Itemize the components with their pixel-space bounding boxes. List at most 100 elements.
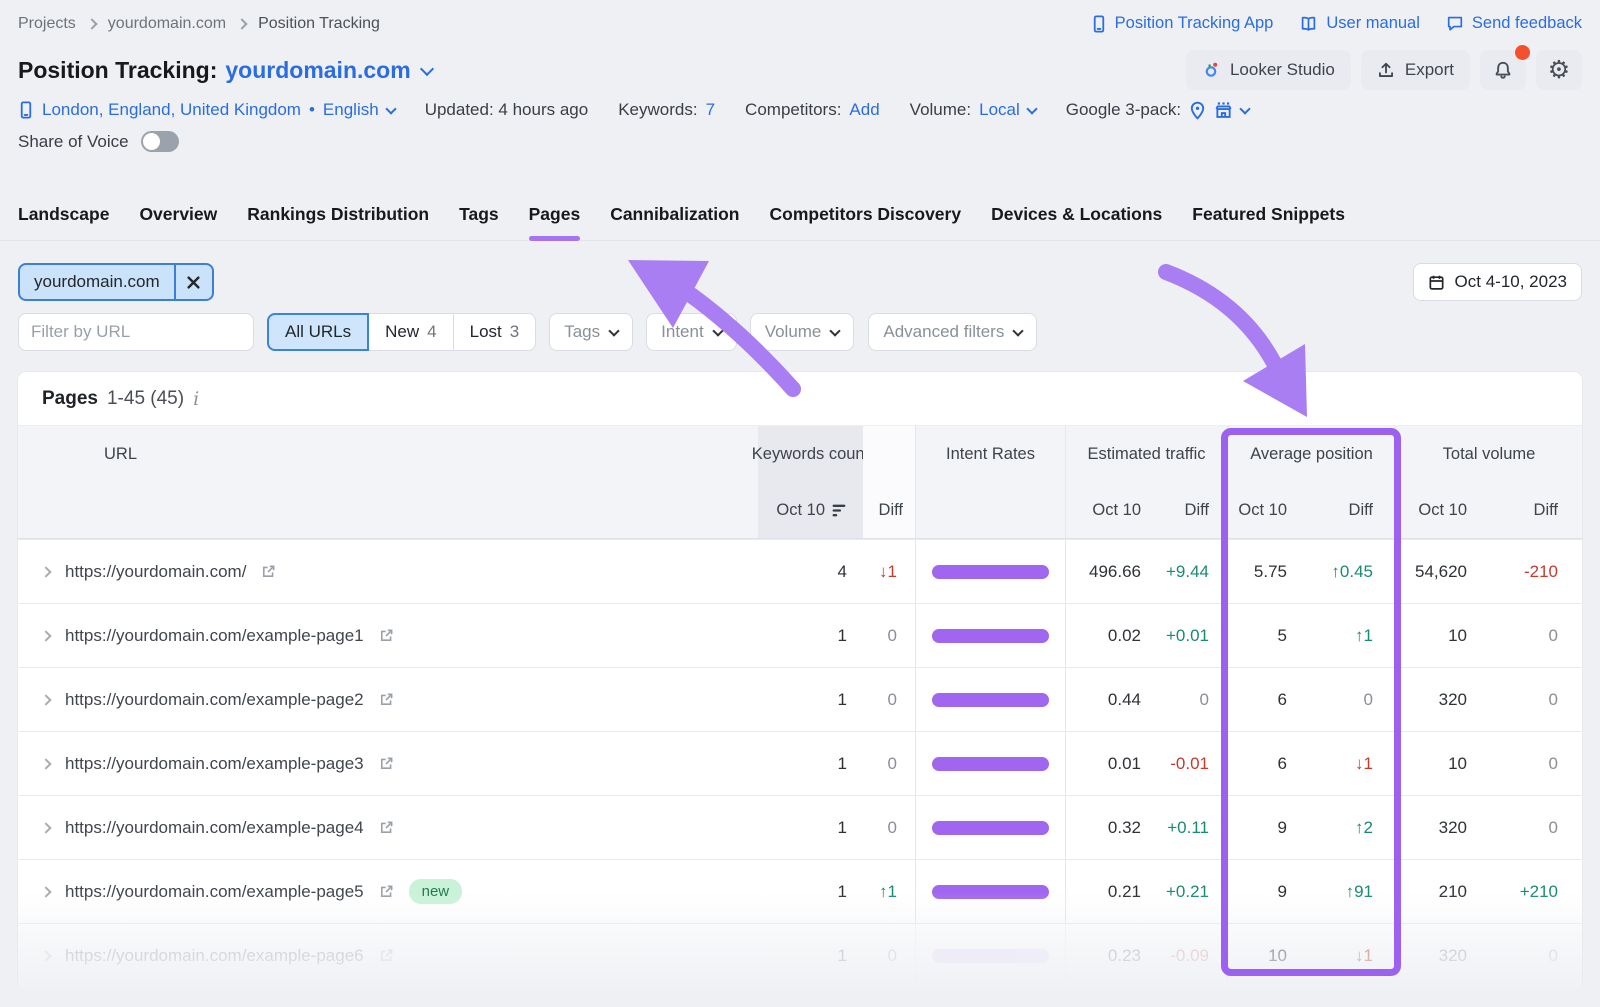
spacer bbox=[863, 426, 915, 482]
expand-row-icon[interactable] bbox=[40, 694, 51, 705]
page-url-link[interactable]: https://yourdomain.com/example-page5 bbox=[65, 882, 364, 902]
page-url-link[interactable]: https://yourdomain.com/example-page3 bbox=[65, 754, 364, 774]
competitors: Competitors: Add bbox=[745, 100, 880, 120]
breadcrumb-projects[interactable]: Projects bbox=[18, 15, 76, 33]
expand-row-icon[interactable] bbox=[40, 566, 51, 577]
send-feedback-label: Send feedback bbox=[1472, 14, 1582, 33]
date-range-button[interactable]: Oct 4-10, 2023 bbox=[1413, 263, 1582, 301]
keywords-count-cell: 1 bbox=[758, 924, 863, 987]
position-tracking-app-link[interactable]: Position Tracking App bbox=[1091, 14, 1274, 33]
tab-overview[interactable]: Overview bbox=[139, 198, 217, 240]
location-language-selector[interactable]: London, England, United Kingdom • Englis… bbox=[18, 100, 395, 120]
user-manual-link[interactable]: User manual bbox=[1299, 14, 1420, 33]
volume-selector[interactable]: Volume: Local bbox=[910, 100, 1036, 120]
subheader-keywords-diff[interactable]: Diff bbox=[863, 482, 915, 538]
page-title-domain[interactable]: yourdomain.com bbox=[225, 57, 410, 84]
looker-studio-button[interactable]: Looker Studio bbox=[1186, 50, 1351, 90]
external-link-icon[interactable] bbox=[379, 948, 394, 963]
tab-tags[interactable]: Tags bbox=[459, 198, 499, 240]
expand-row-icon[interactable] bbox=[40, 886, 51, 897]
language-label: English bbox=[323, 100, 379, 120]
table-row: https://yourdomain.com/example-page5new … bbox=[18, 859, 1582, 923]
keywords-diff-cell: ↓1 bbox=[863, 540, 915, 603]
breadcrumb: Projects yourdomain.com Position Trackin… bbox=[18, 15, 380, 33]
external-link-icon[interactable] bbox=[379, 692, 394, 707]
close-icon bbox=[187, 276, 200, 289]
estimated-traffic-cell: 0.32 bbox=[1065, 796, 1157, 859]
keywords-value-link[interactable]: 7 bbox=[706, 100, 715, 120]
tab-competitors-discovery[interactable]: Competitors Discovery bbox=[770, 198, 962, 240]
subheader-position-date[interactable]: Oct 10 bbox=[1227, 482, 1307, 538]
page-url-link[interactable]: https://yourdomain.com/example-page2 bbox=[65, 690, 364, 710]
column-group-total-volume[interactable]: Total volume bbox=[1395, 426, 1582, 482]
chevron-down-icon[interactable] bbox=[420, 61, 434, 75]
tab-cannibalization[interactable]: Cannibalization bbox=[610, 198, 739, 240]
volume-diff-cell: 0 bbox=[1483, 796, 1582, 859]
advanced-filters-dropdown[interactable]: Advanced filters bbox=[868, 313, 1037, 351]
subheader-position-diff[interactable]: Diff bbox=[1307, 482, 1395, 538]
expand-row-icon[interactable] bbox=[40, 630, 51, 641]
tags-dropdown[interactable]: Tags bbox=[549, 313, 633, 351]
external-link-icon[interactable] bbox=[379, 628, 394, 643]
column-group-keywords-count[interactable]: Keywords count bbox=[758, 426, 863, 482]
subheader-traffic-diff[interactable]: Diff bbox=[1157, 482, 1227, 538]
subheader-volume-date[interactable]: Oct 10 bbox=[1395, 482, 1483, 538]
intent-rates-cell bbox=[915, 668, 1065, 731]
tab-featured-snippets[interactable]: Featured Snippets bbox=[1192, 198, 1345, 240]
chevron-down-icon bbox=[1013, 325, 1024, 336]
competitors-add-link[interactable]: Add bbox=[849, 100, 879, 120]
estimated-traffic-cell: 0.23 bbox=[1065, 924, 1157, 987]
external-link-icon[interactable] bbox=[379, 756, 394, 771]
intent-rate-bar bbox=[932, 821, 1049, 835]
breadcrumb-domain[interactable]: yourdomain.com bbox=[108, 15, 226, 33]
notification-dot bbox=[1515, 45, 1530, 60]
user-manual-label: User manual bbox=[1326, 14, 1420, 33]
chevron-down-icon bbox=[712, 325, 723, 336]
tab-devices-locations[interactable]: Devices & Locations bbox=[991, 198, 1162, 240]
share-of-voice-toggle[interactable] bbox=[141, 131, 179, 152]
segment-new[interactable]: New4 bbox=[369, 313, 453, 351]
tab-landscape[interactable]: Landscape bbox=[18, 198, 109, 240]
traffic-diff-cell: -0.09 bbox=[1157, 924, 1227, 987]
tab-rankings-distribution[interactable]: Rankings Distribution bbox=[247, 198, 429, 240]
segment-all-urls[interactable]: All URLs bbox=[267, 313, 369, 351]
total-volume-cell: 10 bbox=[1395, 604, 1483, 667]
column-group-average-position[interactable]: Average position bbox=[1227, 426, 1395, 482]
tab-pages[interactable]: Pages bbox=[529, 198, 581, 240]
url-filter-input[interactable] bbox=[19, 322, 254, 342]
page-url-link[interactable]: https://yourdomain.com/example-page6 bbox=[65, 946, 364, 966]
subheader-traffic-date[interactable]: Oct 10 bbox=[1065, 482, 1157, 538]
map-pin-icon bbox=[1189, 101, 1206, 120]
notifications-button[interactable] bbox=[1480, 50, 1526, 90]
export-button[interactable]: Export bbox=[1361, 50, 1470, 90]
segment-lost[interactable]: Lost3 bbox=[454, 313, 537, 351]
chevron-right-icon bbox=[86, 18, 97, 29]
column-group-intent-rates[interactable]: Intent Rates bbox=[915, 426, 1065, 482]
volume-dropdown[interactable]: Volume bbox=[750, 313, 855, 351]
settings-button[interactable]: ⚙ bbox=[1536, 50, 1582, 90]
subheader-keywords-date-sorted[interactable]: Oct 10 bbox=[758, 482, 863, 538]
google-3pack-selector[interactable]: Google 3-pack: bbox=[1066, 100, 1249, 120]
column-group-estimated-traffic[interactable]: Estimated traffic bbox=[1065, 426, 1227, 482]
external-link-icon[interactable] bbox=[379, 820, 394, 835]
page-url-link[interactable]: https://yourdomain.com/ bbox=[65, 562, 246, 582]
info-icon[interactable]: i bbox=[193, 388, 199, 410]
keywords-count-cell: 1 bbox=[758, 796, 863, 859]
table-header: URL Keywords count Intent Rates Estimate… bbox=[18, 426, 1582, 539]
chevron-down-icon bbox=[385, 103, 396, 114]
expand-row-icon[interactable] bbox=[40, 822, 51, 833]
expand-row-icon[interactable] bbox=[40, 950, 51, 961]
page-url-link[interactable]: https://yourdomain.com/example-page1 bbox=[65, 626, 364, 646]
page-url-link[interactable]: https://yourdomain.com/example-page4 bbox=[65, 818, 364, 838]
expand-row-icon[interactable] bbox=[40, 758, 51, 769]
column-header-url[interactable]: URL bbox=[18, 426, 758, 482]
subheader-volume-diff[interactable]: Diff bbox=[1483, 482, 1582, 538]
external-link-icon[interactable] bbox=[379, 884, 394, 899]
average-position-cell: 5 bbox=[1227, 604, 1307, 667]
remove-chip-button[interactable] bbox=[174, 265, 212, 299]
intent-dropdown[interactable]: Intent bbox=[646, 313, 737, 351]
calendar-icon bbox=[1428, 274, 1445, 291]
external-link-icon[interactable] bbox=[261, 564, 276, 579]
average-position-cell: 5.75 bbox=[1227, 540, 1307, 603]
send-feedback-link[interactable]: Send feedback bbox=[1446, 14, 1582, 33]
